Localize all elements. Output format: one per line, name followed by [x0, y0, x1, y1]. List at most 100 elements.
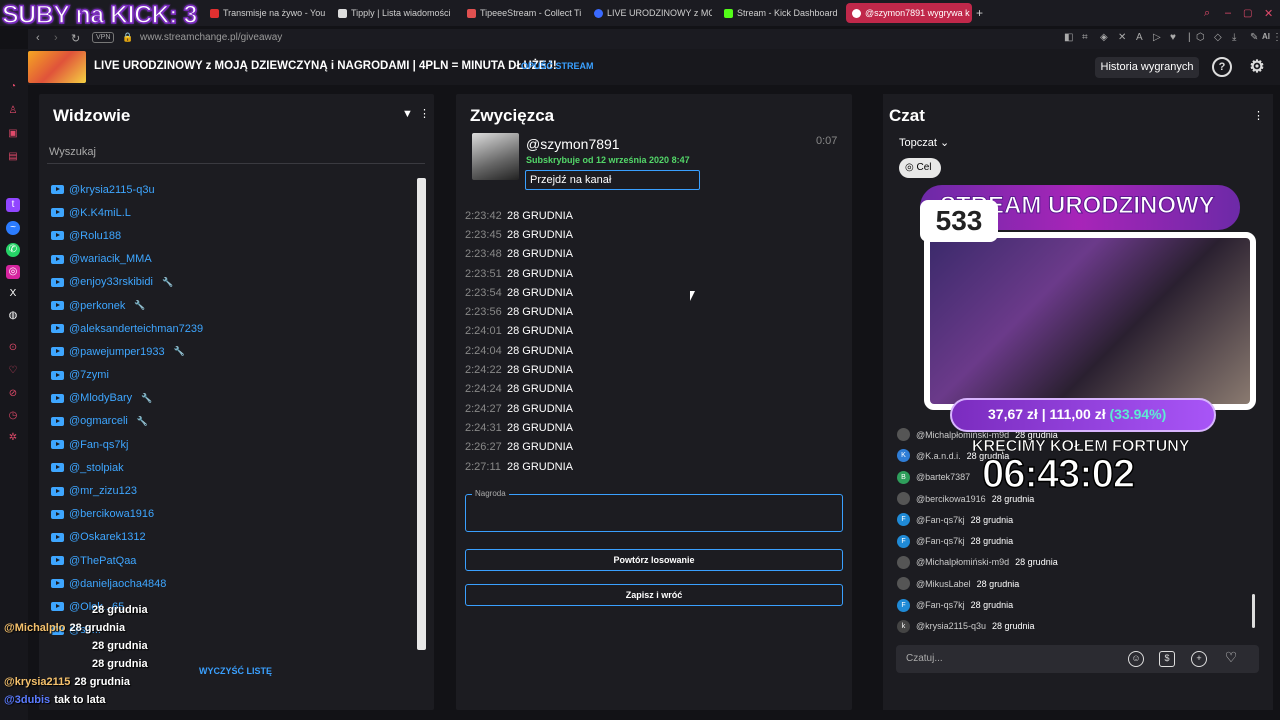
- maximize-icon[interactable]: ▢: [1243, 3, 1252, 23]
- viewer-name[interactable]: @bercikowa1916: [69, 508, 154, 520]
- emoji-icon[interactable]: ☺: [1128, 651, 1144, 667]
- tab-manager-icon[interactable]: ▤: [6, 150, 20, 164]
- discord-icon[interactable]: ◍: [6, 309, 20, 323]
- go-to-channel-button[interactable]: Przejdź na kanał: [525, 170, 700, 190]
- viewer-name[interactable]: @danieljaocha4848: [69, 578, 166, 590]
- heart-icon[interactable]: ♥: [1170, 32, 1176, 43]
- chat-username[interactable]: @krysia2115-q3u: [916, 621, 986, 631]
- chat-username[interactable]: @Fan-qs7kj: [916, 600, 965, 610]
- reload-icon[interactable]: ↻: [71, 32, 80, 45]
- viewer-name[interactable]: @aleksanderteichman7239: [69, 323, 203, 335]
- viewer-name[interactable]: @ThePatQaa: [69, 555, 136, 567]
- ai-icon[interactable]: ✎: [1250, 32, 1258, 43]
- vpn-badge[interactable]: VPN: [92, 32, 115, 43]
- chat-username[interactable]: @Michalpłomiński-m9d: [916, 557, 1009, 567]
- chat-username[interactable]: @bartek7387: [916, 472, 970, 482]
- tab-kick-dashboard[interactable]: Stream - Kick Dashboard: [724, 3, 839, 23]
- chat-username[interactable]: @K.a.n.d.i.: [916, 451, 961, 461]
- twitch-icon[interactable]: t: [6, 198, 20, 212]
- chat-username[interactable]: @Fan-qs7kj: [916, 515, 965, 525]
- pinboard-icon[interactable]: ⊘: [6, 387, 20, 401]
- chat-options-icon[interactable]: ⋮: [1253, 109, 1264, 122]
- ai-sidebar-icon[interactable]: ♙: [6, 104, 20, 118]
- download-icon[interactable]: ⤓: [1232, 32, 1236, 43]
- tab-youtube[interactable]: Transmisje na żywo - You: [210, 3, 325, 23]
- wallet-icon[interactable]: ◇: [1214, 32, 1222, 43]
- viewer-name[interactable]: @MlodyBary: [69, 392, 132, 404]
- viewer-item[interactable]: @ogmarceli 🔧: [51, 410, 413, 433]
- goal-button[interactable]: ◎ Cel: [899, 158, 941, 178]
- viewer-item[interactable]: @mr_zizu123: [51, 479, 413, 502]
- aria-ai-icon[interactable]: AI: [1262, 32, 1270, 41]
- url-text[interactable]: www.streamchange.pl/giveaway: [140, 32, 282, 43]
- viewer-item[interactable]: @Fan-qs7kj: [51, 433, 413, 456]
- whatsapp-icon[interactable]: ✆: [6, 243, 20, 257]
- viewer-search-input[interactable]: Wyszukaj: [47, 140, 425, 164]
- viewer-name[interactable]: @Rolu188: [69, 230, 121, 242]
- player-icon[interactable]: ▣: [6, 127, 20, 141]
- back-icon[interactable]: ‹: [36, 32, 40, 44]
- messenger-icon[interactable]: ~: [6, 221, 20, 235]
- minimize-icon[interactable]: –: [1225, 3, 1231, 23]
- money-icon[interactable]: $: [1159, 651, 1175, 667]
- forward-icon[interactable]: ›: [54, 32, 58, 44]
- favorites-icon[interactable]: ♡: [6, 364, 20, 378]
- gear-icon[interactable]: ⚙: [1247, 57, 1267, 77]
- viewer-item[interactable]: @danieljaocha4848: [51, 572, 413, 595]
- snapshot-icon[interactable]: ⌗: [1082, 32, 1088, 43]
- viewer-name[interactable]: @ogmarceli: [69, 415, 128, 427]
- new-tab-button[interactable]: +: [976, 3, 983, 23]
- filter-icon[interactable]: ▼: [402, 108, 413, 120]
- chat-username[interactable]: @MikusLabel: [916, 579, 971, 589]
- shield-icon[interactable]: ◈: [1100, 32, 1108, 43]
- adblock-icon[interactable]: ✕: [1118, 32, 1126, 43]
- viewer-item[interactable]: @MlodyBary 🔧: [51, 387, 413, 410]
- viewer-name[interactable]: @K.K4miL.L: [69, 207, 131, 219]
- viewer-item[interactable]: @7zymi: [51, 364, 413, 387]
- heart-outline-icon[interactable]: ♡: [1223, 650, 1239, 667]
- tab-tipply[interactable]: Tipply | Lista wiadomości: [338, 3, 458, 23]
- viewer-name[interactable]: @Oskarek1312: [69, 531, 146, 543]
- translate-icon[interactable]: A: [1136, 32, 1143, 43]
- chat-username[interactable]: @Fan-qs7kj: [916, 536, 965, 546]
- extensions-icon[interactable]: ⬡: [1196, 32, 1205, 43]
- tab-live-urodzinowy[interactable]: LIVE URODZINOWY z MO: [594, 3, 712, 23]
- viewer-item[interactable]: @Oskarek1312: [51, 526, 413, 549]
- viewer-name[interactable]: @wariacik_MMA: [69, 253, 152, 265]
- tab-giveaway-active[interactable]: @szymon7891 wygrywa k: [846, 3, 972, 23]
- menu-icon[interactable]: ⋮: [1272, 32, 1280, 43]
- viewer-item[interactable]: @ThePatQaa: [51, 549, 413, 572]
- search-icon[interactable]: ⌕: [1204, 3, 1210, 23]
- viewer-item[interactable]: @Rolu188: [51, 224, 413, 247]
- help-icon[interactable]: ?: [1212, 57, 1232, 77]
- history-icon[interactable]: ◷: [6, 409, 20, 423]
- viewer-item[interactable]: @bercikowa1916: [51, 503, 413, 526]
- viewer-item[interactable]: @aleksanderteichman7239: [51, 317, 413, 340]
- flow-icon[interactable]: ⊙: [6, 341, 20, 355]
- leave-stream-link[interactable]: OPUŚĆ STREAM: [521, 61, 594, 71]
- more-options-icon[interactable]: ⋮: [419, 107, 430, 120]
- bookmark-icon[interactable]: ◧: [1064, 32, 1073, 43]
- play-icon[interactable]: ▷: [1153, 32, 1161, 43]
- viewer-item[interactable]: @krysia2115-q3u: [51, 178, 413, 201]
- speed-dial-icon[interactable]: ◔: [6, 80, 20, 94]
- chat-scrollbar[interactable]: [1252, 594, 1255, 628]
- viewer-item[interactable]: @wariacik_MMA: [51, 248, 413, 271]
- viewer-name[interactable]: @Fan-qs7kj: [69, 439, 128, 451]
- viewer-item[interactable]: @_stolpiak: [51, 456, 413, 479]
- viewer-name[interactable]: @pawejumper1933: [69, 346, 165, 358]
- viewer-name[interactable]: @7zymi: [69, 369, 109, 381]
- viewer-list-scrollbar[interactable]: [417, 178, 426, 650]
- viewer-item[interactable]: @pawejumper1933 🔧: [51, 340, 413, 363]
- add-icon[interactable]: +: [1191, 651, 1207, 667]
- viewer-name[interactable]: @mr_zizu123: [69, 485, 137, 497]
- tab-tipeeestream[interactable]: TipeeeStream - Collect Ti: [467, 3, 582, 23]
- x-twitter-icon[interactable]: X: [6, 287, 20, 301]
- save-and-return-button[interactable]: Zapisz i wróć: [465, 584, 843, 606]
- viewer-item[interactable]: @perkonek 🔧: [51, 294, 413, 317]
- clear-list-button[interactable]: WYCZYŚĆ LISTĘ: [199, 666, 272, 676]
- history-button[interactable]: Historia wygranych: [1095, 57, 1199, 78]
- viewer-name[interactable]: @_stolpiak: [69, 462, 124, 474]
- viewer-item[interactable]: @K.K4miL.L: [51, 201, 413, 224]
- chat-username[interactable]: @bercikowa1916: [916, 494, 986, 504]
